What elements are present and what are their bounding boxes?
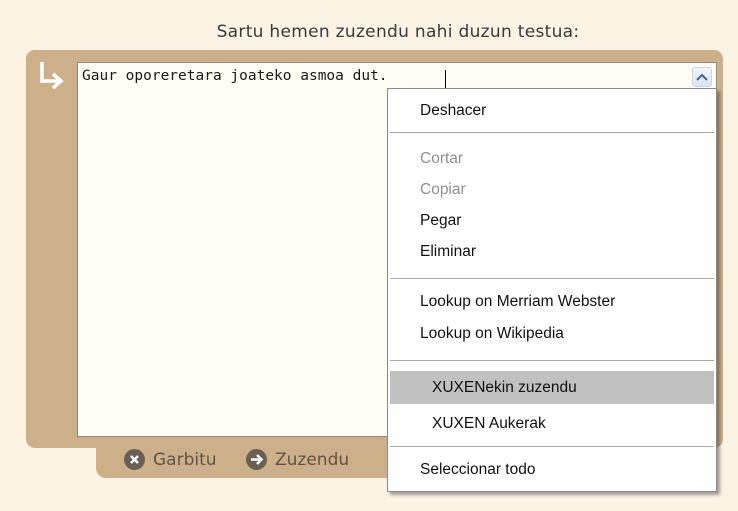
clear-button-label: Garbitu: [153, 449, 217, 470]
menu-item-delete[interactable]: Eliminar: [420, 239, 476, 264]
context-menu: Deshacer Cortar Copiar Pegar Eliminar Lo…: [387, 88, 717, 492]
menu-item-lookup-wikipedia[interactable]: Lookup on Wikipedia: [420, 321, 564, 346]
menu-item-cut[interactable]: Cortar: [420, 146, 463, 171]
menu-item-paste[interactable]: Pegar: [420, 208, 461, 233]
return-arrow-icon: [40, 62, 64, 90]
menu-item-copy[interactable]: Copiar: [420, 177, 466, 202]
correct-button-label: Zuzendu: [275, 449, 350, 470]
chevron-up-icon: [696, 73, 708, 81]
menu-item-xuxen-correct[interactable]: XUXENekin zuzendu: [432, 375, 577, 400]
menu-item-undo[interactable]: Deshacer: [420, 98, 486, 123]
menu-separator: [390, 360, 714, 361]
menu-separator: [390, 278, 714, 279]
button-bar: Garbitu Zuzendu: [96, 440, 416, 478]
close-circle-icon: [124, 449, 145, 470]
menu-item-lookup-merriam[interactable]: Lookup on Merriam Webster: [420, 289, 615, 314]
text-caret: [445, 70, 446, 90]
editor-text: Gaur oporeretara joateko asmoa dut.: [82, 68, 388, 84]
menu-item-xuxen-options[interactable]: XUXEN Aukerak: [432, 411, 546, 436]
enter-arrow-tab: [26, 50, 76, 106]
menu-separator: [390, 446, 714, 447]
arrow-right-circle-icon: [246, 449, 267, 470]
menu-separator: [390, 132, 714, 133]
menu-item-select-all[interactable]: Seleccionar todo: [420, 457, 535, 482]
scroll-up-button[interactable]: [692, 67, 712, 87]
correct-button[interactable]: Zuzendu: [246, 449, 349, 470]
clear-button[interactable]: Garbitu: [124, 449, 217, 470]
instruction-label: Sartu hemen zuzendu nahi duzun testua:: [216, 22, 580, 42]
